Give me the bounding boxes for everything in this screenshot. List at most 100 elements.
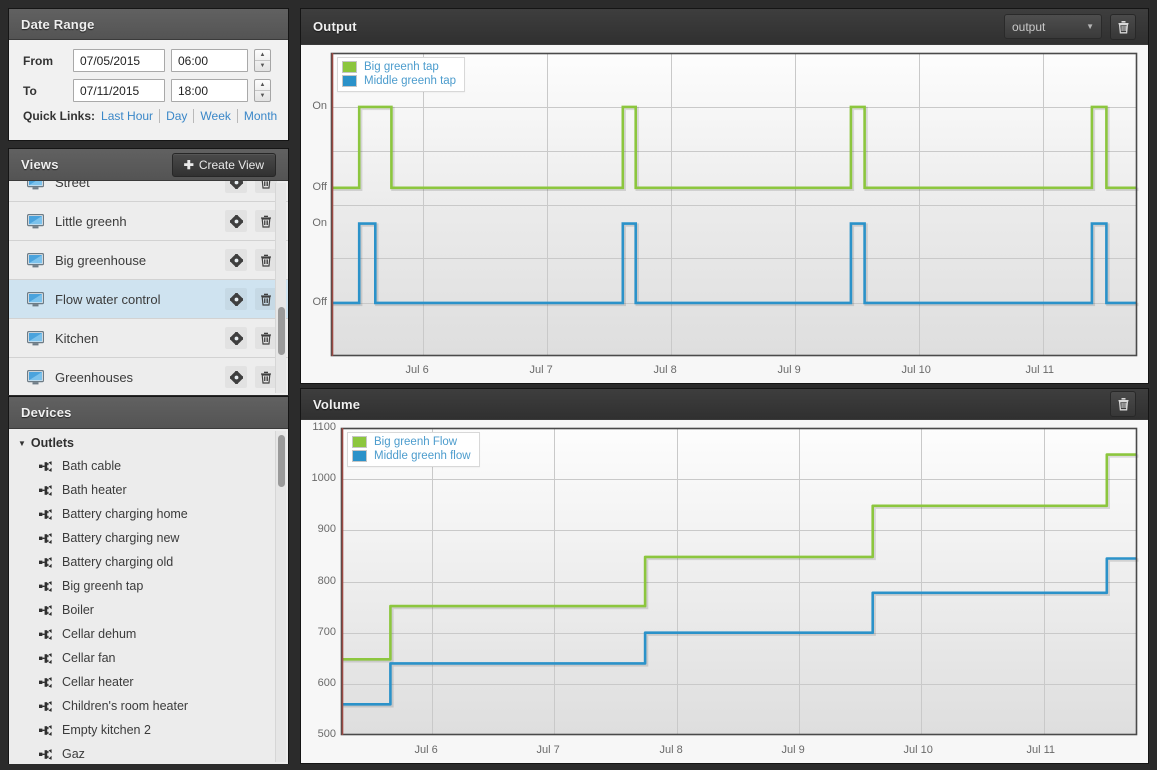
plug-icon (39, 700, 52, 712)
view-row[interactable]: Flow water control (9, 280, 288, 319)
views-panel: Views ✚ Create View Street Little greenh B… (8, 148, 289, 395)
output-select-value: output (1012, 19, 1046, 34)
device-item[interactable]: Bath cable (9, 454, 288, 478)
device-item[interactable]: Battery charging new (9, 526, 288, 550)
view-delete-button[interactable] (255, 288, 277, 310)
devices-scrollbar-thumb[interactable] (278, 435, 285, 487)
view-delete-button[interactable] (255, 366, 277, 388)
view-delete-button[interactable] (255, 249, 277, 271)
quick-link-last-hour[interactable]: Last Hour (101, 109, 161, 123)
volume-y-tick-label: 500 (317, 728, 336, 740)
quick-link-week[interactable]: Week (194, 109, 238, 123)
device-item[interactable]: Cellar heater (9, 670, 288, 694)
view-row[interactable]: Street (9, 181, 288, 202)
monitor-icon-wrap (27, 252, 44, 268)
plug-icon (39, 604, 52, 616)
plug-icon (39, 484, 52, 496)
volume-panel: Volume 500 600 700 800 900 1000 1100 Jul 6 Jul 7… (300, 388, 1149, 764)
plug-icon (39, 556, 52, 568)
legend-item[interactable]: Big greenh Flow (352, 436, 471, 448)
views-scrollbar-thumb[interactable] (278, 307, 285, 355)
device-item-label: Children's room heater (62, 699, 189, 713)
volume-panel-header: Volume (301, 389, 1148, 420)
views-list[interactable]: Street Little greenh Big greenhouse Flow wa… (9, 181, 288, 395)
date-range-panel: Date Range From ▲ ▼ To ▲ (8, 8, 289, 141)
device-item[interactable]: Gaz (9, 742, 288, 764)
to-date-input[interactable] (73, 79, 165, 102)
volume-chart[interactable]: 500 600 700 800 900 1000 1100 Jul 6 Jul 7 Jul 8 Ju… (301, 420, 1148, 763)
gear-icon (229, 253, 243, 267)
device-item[interactable]: Children's room heater (9, 694, 288, 718)
legend-item[interactable]: Middle greenh flow (352, 450, 471, 462)
device-item[interactable]: Battery charging old (9, 550, 288, 574)
to-time-stepper[interactable]: ▲ ▼ (254, 79, 271, 102)
view-settings-button[interactable] (225, 210, 247, 232)
legend-item[interactable]: Big greenh tap (342, 61, 456, 73)
view-delete-button[interactable] (255, 327, 277, 349)
view-settings-button[interactable] (225, 366, 247, 388)
output-panel: Output output ▼ On Off On Off Jul 6 Jul … (300, 8, 1149, 384)
device-group-outlets[interactable]: ▼ Outlets (9, 434, 288, 454)
devices-list[interactable]: ▼ Outlets Bath cable Bath heater Battery c… (9, 429, 288, 764)
create-view-button[interactable]: ✚ Create View (171, 152, 276, 177)
gear-icon (229, 292, 243, 306)
from-row: From ▲ ▼ (9, 49, 288, 72)
output-y-tick-label: On (312, 216, 327, 229)
device-item[interactable]: Cellar fan (9, 646, 288, 670)
legend-item[interactable]: Middle greenh tap (342, 75, 456, 87)
view-delete-button[interactable] (255, 181, 277, 193)
output-legend: Big greenh tap Middle greenh tap (337, 57, 466, 92)
output-select[interactable]: output ▼ (1004, 14, 1102, 39)
device-item-label: Gaz (62, 747, 85, 761)
view-settings-button[interactable] (225, 249, 247, 271)
stepper-up-icon[interactable]: ▲ (255, 50, 270, 61)
view-settings-button[interactable] (225, 327, 247, 349)
view-delete-button[interactable] (255, 210, 277, 232)
volume-x-tick-label: Jul 9 (781, 744, 805, 756)
to-time-input[interactable] (171, 79, 248, 102)
view-row[interactable]: Little greenh (9, 202, 288, 241)
device-item[interactable]: Boiler (9, 598, 288, 622)
monitor-icon (27, 213, 44, 228)
device-item[interactable]: Cellar dehum (9, 622, 288, 646)
create-view-label: Create View (198, 157, 264, 172)
volume-delete-button[interactable] (1110, 391, 1136, 417)
quick-links-row: Quick Links: Last Hour Day Week Month (9, 109, 288, 123)
device-item[interactable]: Battery charging home (9, 502, 288, 526)
devices-scrollbar[interactable] (275, 431, 286, 762)
monitor-icon (27, 330, 44, 345)
views-scrollbar[interactable] (275, 183, 286, 393)
device-item[interactable]: Empty kitchen 2 (9, 718, 288, 742)
output-delete-button[interactable] (1110, 13, 1136, 40)
quick-link-day[interactable]: Day (160, 109, 195, 123)
output-chart[interactable]: On Off On Off Jul 6 Jul 7 Jul 8 Jul 9 Jul 10 Jul … (301, 45, 1148, 383)
from-label: From (23, 53, 53, 68)
device-item-label: Battery charging new (62, 531, 180, 545)
date-range-title: Date Range (21, 16, 95, 32)
gear-icon (229, 331, 243, 345)
from-time-input[interactable] (171, 49, 248, 72)
plug-icon (39, 724, 52, 736)
gear-icon (229, 181, 243, 189)
view-settings-button[interactable] (225, 288, 247, 310)
legend-label: Middle greenh flow (374, 450, 471, 462)
quick-links-label: Quick Links: (23, 109, 96, 123)
from-date-input[interactable] (73, 49, 165, 72)
view-row[interactable]: Greenhouses (9, 358, 288, 395)
device-item[interactable]: Big greenh tap (9, 574, 288, 598)
view-row[interactable]: Big greenhouse (9, 241, 288, 280)
view-name: Little greenh (55, 213, 127, 229)
stepper-up-icon[interactable]: ▲ (255, 80, 270, 91)
output-x-tick-label: Jul 6 (405, 364, 429, 376)
from-time-stepper[interactable]: ▲ ▼ (254, 49, 271, 72)
output-x-tick-label: Jul 8 (653, 364, 677, 376)
monitor-icon-wrap (27, 181, 44, 190)
device-item[interactable]: Bath heater (9, 478, 288, 502)
view-settings-button[interactable] (225, 181, 247, 193)
views-scroll-content: Street Little greenh Big greenhouse Flow wa… (9, 181, 288, 395)
quick-link-month[interactable]: Month (238, 109, 283, 123)
stepper-down-icon[interactable]: ▼ (255, 61, 270, 71)
view-row[interactable]: Kitchen (9, 319, 288, 358)
stepper-down-icon[interactable]: ▼ (255, 91, 270, 101)
volume-x-tick-label: Jul 10 (903, 744, 933, 756)
